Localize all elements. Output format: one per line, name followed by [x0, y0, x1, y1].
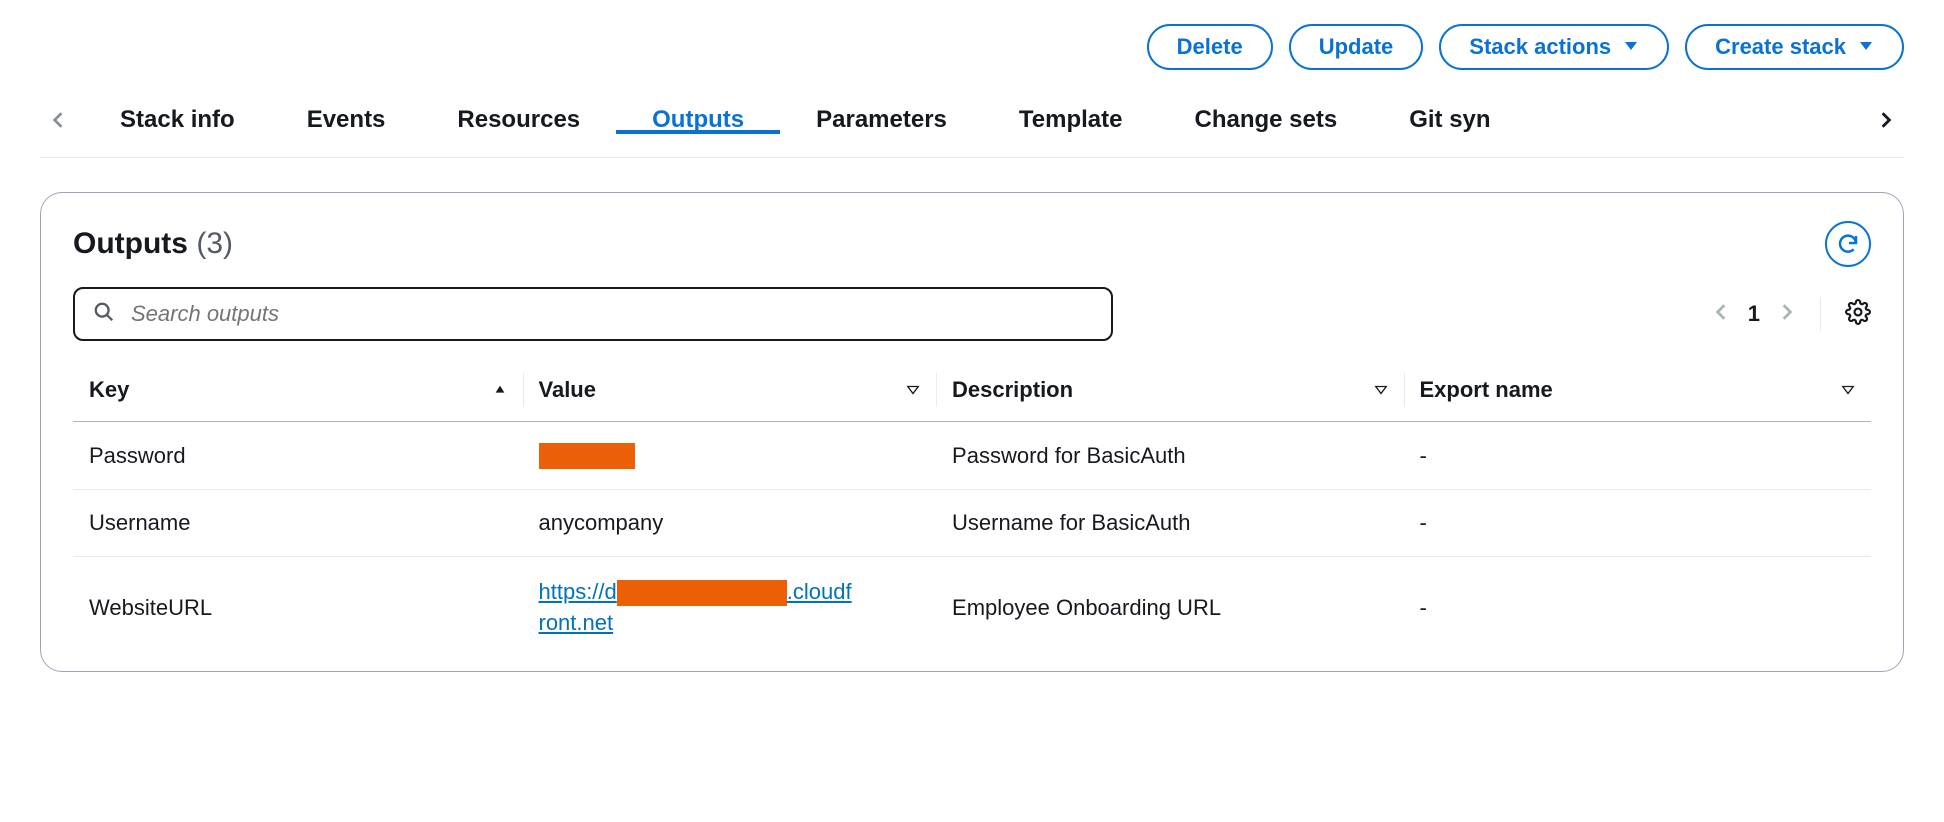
cell-description: Employee Onboarding URL — [936, 557, 1403, 671]
tab-git-sync[interactable]: Git syn — [1373, 106, 1526, 134]
divider — [1820, 297, 1821, 331]
sort-asc-icon — [493, 377, 507, 403]
pagination: 1 — [1712, 301, 1796, 327]
column-header-value-label: Value — [539, 377, 596, 403]
page-number: 1 — [1748, 301, 1760, 327]
cell-value: anycompany — [523, 490, 937, 557]
panel-title-text: Outputs — [73, 227, 188, 260]
table-settings-button[interactable] — [1845, 299, 1871, 330]
caret-down-icon — [1623, 34, 1639, 60]
caret-down-icon — [1858, 34, 1874, 60]
cell-key: Username — [73, 490, 523, 557]
cell-export-name: - — [1404, 490, 1872, 557]
column-header-description-label: Description — [952, 377, 1073, 403]
table-row: Password Password for BasicAuth- — [73, 422, 1871, 490]
search-icon — [93, 301, 115, 328]
cell-export-name: - — [1404, 422, 1872, 490]
page-prev[interactable] — [1712, 303, 1730, 326]
cell-value — [523, 422, 937, 490]
filter-icon — [1374, 377, 1388, 403]
table-row: UsernameanycompanyUsername for BasicAuth… — [73, 490, 1871, 557]
outputs-panel: Outputs (3) 1 — [40, 192, 1904, 672]
cell-value: https://d.cloudfront.net — [523, 557, 937, 671]
stack-action-buttons: Delete Update Stack actions Create stack — [40, 0, 1904, 82]
column-header-export-name[interactable]: Export name — [1404, 359, 1872, 422]
cell-description: Password for BasicAuth — [936, 422, 1403, 490]
update-button[interactable]: Update — [1289, 24, 1424, 70]
tab-parameters[interactable]: Parameters — [780, 106, 983, 134]
tab-events[interactable]: Events — [271, 106, 422, 134]
tabs-scroll-left[interactable] — [40, 82, 76, 158]
page-next[interactable] — [1778, 303, 1796, 326]
create-stack-button[interactable]: Create stack — [1685, 24, 1904, 70]
tab-outputs[interactable]: Outputs — [616, 106, 780, 134]
stack-actions-button[interactable]: Stack actions — [1439, 24, 1669, 70]
cell-export-name: - — [1404, 557, 1872, 671]
tab-template[interactable]: Template — [983, 106, 1159, 134]
cell-key: WebsiteURL — [73, 557, 523, 671]
column-header-value[interactable]: Value — [523, 359, 937, 422]
update-button-label: Update — [1319, 34, 1394, 60]
refresh-button[interactable] — [1825, 221, 1871, 267]
search-input[interactable] — [129, 300, 1093, 328]
search-outputs[interactable] — [73, 287, 1113, 341]
delete-button-label: Delete — [1177, 34, 1243, 60]
redacted-value — [539, 443, 635, 469]
filter-icon — [1841, 377, 1855, 403]
filter-icon — [906, 377, 920, 403]
redacted-value — [617, 580, 787, 606]
table-row: WebsiteURL https://d.cloudfront.net Employ… — [73, 557, 1871, 671]
column-header-export-name-label: Export name — [1420, 377, 1553, 403]
tab-change-sets[interactable]: Change sets — [1158, 106, 1373, 134]
cell-description: Username for BasicAuth — [936, 490, 1403, 557]
tabs-scroll-right[interactable] — [1868, 82, 1904, 158]
output-link[interactable]: https://d.cloudfront.net — [539, 579, 852, 635]
outputs-table: Key Value — [73, 359, 1871, 671]
column-header-description[interactable]: Description — [936, 359, 1403, 422]
tab-stack-info[interactable]: Stack info — [84, 106, 271, 134]
delete-button[interactable]: Delete — [1147, 24, 1273, 70]
stack-actions-button-label: Stack actions — [1469, 34, 1611, 60]
column-header-key-label: Key — [89, 377, 129, 403]
create-stack-button-label: Create stack — [1715, 34, 1846, 60]
panel-count: (3) — [196, 227, 233, 260]
column-header-key[interactable]: Key — [73, 359, 523, 422]
tab-resources[interactable]: Resources — [421, 106, 616, 134]
cell-key: Password — [73, 422, 523, 490]
stack-tabs: Stack infoEventsResourcesOutputsParamete… — [40, 82, 1904, 158]
panel-title: Outputs (3) — [73, 227, 233, 261]
